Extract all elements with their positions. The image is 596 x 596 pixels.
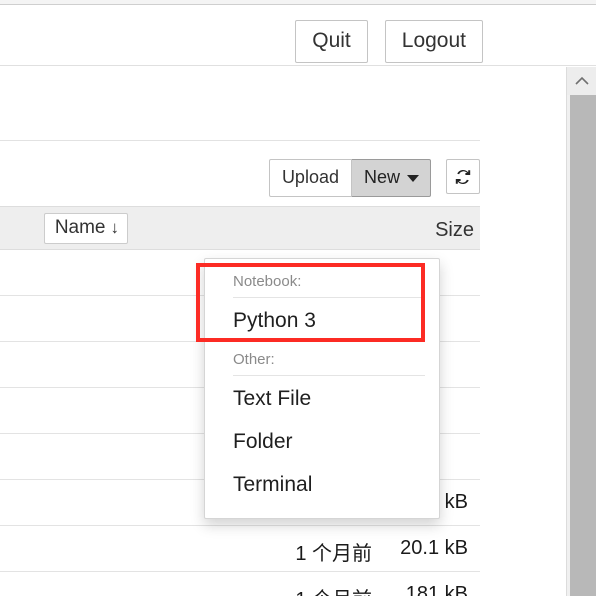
table-row[interactable]: 1 个月前 20.1 kB — [0, 526, 480, 572]
menu-item-text-file[interactable]: Text File — [205, 378, 439, 421]
new-dropdown-button[interactable]: New — [351, 159, 431, 197]
new-dropdown-menu: Notebook: Python 3 Other: Text File Fold… — [204, 258, 440, 519]
content-divider — [0, 140, 480, 141]
cell-modified: 1 个月前 — [295, 543, 372, 565]
sort-by-name-button[interactable]: Name ↓ — [43, 213, 128, 244]
cell-size: 20.1 kB — [400, 537, 468, 559]
sort-button-label: Name — [54, 217, 106, 238]
new-button-label: New — [363, 167, 400, 187]
menu-item-python3[interactable]: Python 3 — [205, 300, 439, 343]
upload-button[interactable]: Upload — [268, 159, 352, 197]
scroll-up-button[interactable] — [567, 67, 596, 95]
file-actions-toolbar: Upload New — [268, 159, 480, 197]
vertical-scrollbar[interactable] — [566, 67, 596, 596]
cell-modified: 1 个月前 — [295, 583, 372, 596]
table-row[interactable]: 1 个月前 181 kB — [0, 572, 480, 596]
page-header: Quit Logout — [0, 6, 596, 66]
browser-top-strip — [0, 0, 596, 5]
dropdown-group-label-notebook: Notebook: — [233, 273, 302, 290]
header-button-group: Quit Logout — [295, 20, 483, 63]
menu-item-folder[interactable]: Folder — [205, 421, 439, 464]
cell-size: 181 kB — [405, 583, 468, 596]
logout-button[interactable]: Logout — [384, 20, 483, 63]
scrollbar-thumb[interactable] — [570, 95, 596, 596]
column-header-size: Size — [435, 219, 474, 241]
chevron-up-icon — [574, 76, 589, 85]
quit-button[interactable]: Quit — [295, 20, 368, 63]
dropdown-divider — [233, 297, 425, 298]
dropdown-group-label-other: Other: — [233, 351, 275, 369]
refresh-button[interactable] — [446, 159, 480, 194]
file-browser-content: Upload New Name ↓ Size kB 1 个月前 20.1 kB … — [0, 67, 566, 596]
file-list-header-row: Name ↓ Size — [0, 206, 480, 250]
refresh-icon — [455, 169, 471, 184]
dropdown-divider — [233, 375, 425, 377]
arrow-down-icon: ↓ — [110, 218, 120, 237]
page-root: Quit Logout Upload New Name ↓ Size kB 1 … — [0, 0, 596, 596]
chevron-down-icon — [407, 174, 419, 182]
menu-item-terminal[interactable]: Terminal — [205, 464, 439, 507]
